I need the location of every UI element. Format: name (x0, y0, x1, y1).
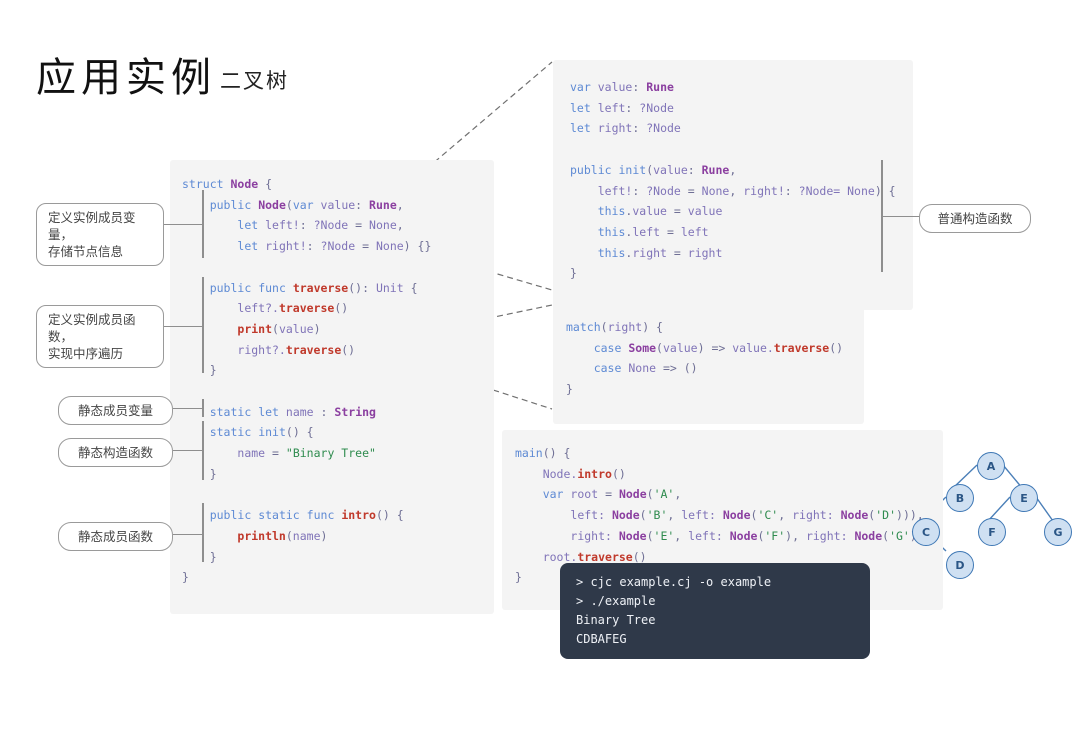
leader-instance-func (163, 326, 203, 327)
callout-static-var: 静态成员变量 (58, 396, 173, 425)
connector-overlay (356, 61, 1054, 552)
callout-static-init: 静态构造函数 (58, 438, 173, 467)
page-title: 应用实例 二叉树 (36, 58, 289, 98)
slide-canvas: 应用实例 二叉树 struct Node { public Node(var v… (0, 0, 1080, 749)
terminal-line-4: CDBAFEG (576, 632, 627, 646)
callout-instance-func: 定义实例成员函数， 实现中序遍历 (36, 305, 164, 368)
tree-node-a: A (977, 452, 1005, 480)
tree-node-d: D (946, 551, 974, 579)
tree-node-f: F (978, 518, 1006, 546)
terminal-line-2: > ./example (576, 594, 656, 608)
title-subtitle-text: 二叉树 (220, 69, 289, 93)
bracket-static-func (202, 503, 204, 562)
terminal-line-1: > cjc example.cj -o example (576, 575, 772, 589)
tree-node-e: E (1010, 484, 1038, 512)
tree-node-b: B (946, 484, 974, 512)
callout-instance-vars: 定义实例成员变量， 存储节点信息 (36, 203, 164, 266)
init-code-panel: var value: Rune let left: ?Node let righ… (553, 60, 913, 310)
title-main-text: 应用实例 (36, 55, 216, 101)
bracket-instance-func (202, 277, 204, 373)
struct-node-code-panel: struct Node { public Node(var value: Run… (170, 160, 494, 614)
callout-static-func: 静态成员函数 (58, 522, 173, 551)
leader-normal-init (883, 216, 920, 217)
tree-node-g: G (1044, 518, 1072, 546)
terminal-output: > cjc example.cj -o example > ./example … (560, 563, 870, 659)
leader-instance-vars (163, 224, 203, 225)
callout-normal-init: 普通构造函数 (919, 204, 1031, 233)
tree-node-c: C (912, 518, 940, 546)
leader-static-func (173, 534, 203, 535)
leader-static-var (173, 408, 203, 409)
leader-static-init (173, 450, 203, 451)
match-code-panel: match(right) { case Some(value) => value… (553, 303, 864, 424)
terminal-line-3: Binary Tree (576, 613, 656, 627)
